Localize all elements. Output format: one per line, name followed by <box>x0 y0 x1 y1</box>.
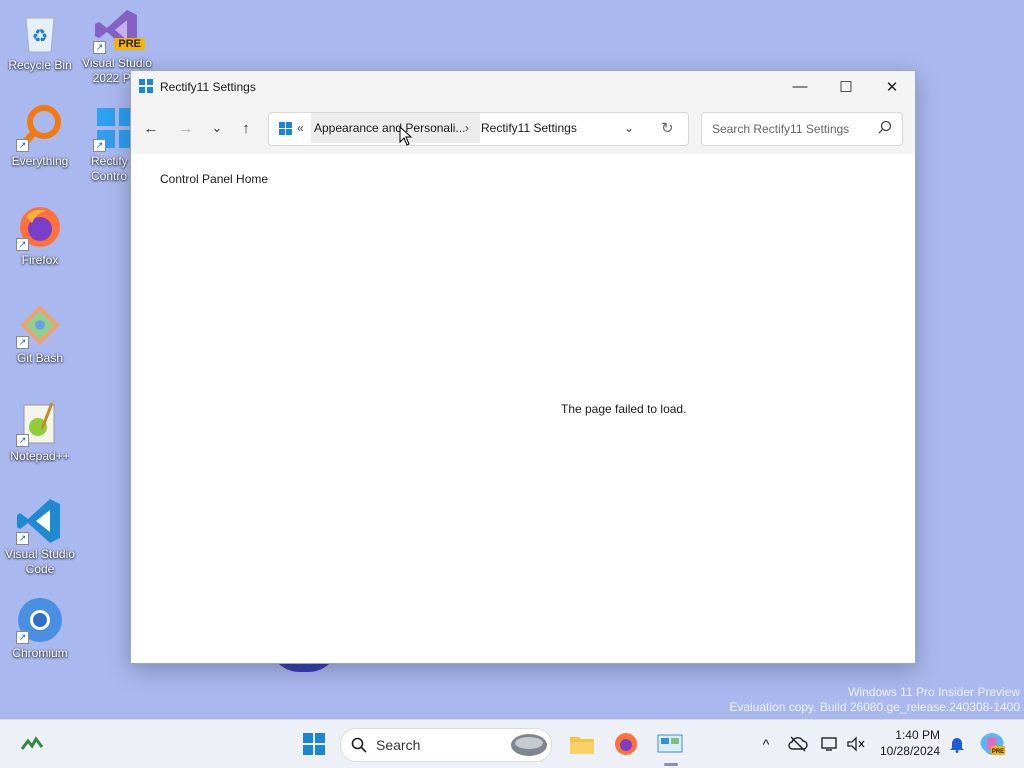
error-message: The page failed to load. <box>561 402 687 416</box>
desktop-icon-git-bash[interactable]: ↗ Git Bash <box>0 301 80 366</box>
address-dropdown-icon[interactable]: ⌄ <box>624 121 634 135</box>
desktop-icon-everything[interactable]: ↗ Everything <box>0 104 80 169</box>
firefox-taskbar-icon[interactable] <box>610 728 642 760</box>
widgets-icon[interactable] <box>18 728 46 760</box>
git-bash-icon: ↗ <box>16 301 64 349</box>
shortcut-arrow-icon: ↗ <box>16 139 29 152</box>
breadcrumb-appearance[interactable]: Appearance and Personali... <box>311 113 480 143</box>
network-icon[interactable] <box>818 728 842 760</box>
copilot-pre-icon[interactable]: PRE <box>978 728 1006 760</box>
breadcrumb-rectify11-settings[interactable]: Rectify11 Settings <box>481 113 577 143</box>
control-panel-icon <box>279 122 292 135</box>
address-bar[interactable]: « Appearance and Personali... › Rectify1… <box>268 112 689 146</box>
navigation-bar: ← → ⌄ ↑ « Appearance and Personali... › … <box>131 102 915 154</box>
desktop-icon-firefox[interactable]: ↗ Firefox <box>0 203 80 268</box>
visual-studio-icon: PRE ↗ <box>93 6 145 54</box>
recent-locations-button[interactable]: ⌄ <box>203 116 231 140</box>
vscode-icon: ↗ <box>16 497 64 545</box>
mouse-cursor-icon <box>399 126 413 146</box>
shortcut-arrow-icon: ↗ <box>16 631 29 644</box>
desktop-icon-rectify-control[interactable]: ↗ Rectify Contro <box>77 104 137 184</box>
taskbar: Search ^ 1:40 PM 10/28/2024 PRE <box>0 719 1024 768</box>
back-button[interactable]: ← <box>137 116 165 140</box>
firefox-icon: ↗ <box>16 203 64 251</box>
title-bar[interactable]: Rectify11 Settings — ☐ ✕ <box>131 71 915 102</box>
search-highlight-icon <box>511 734 547 756</box>
cloud-offline-icon[interactable] <box>786 728 810 760</box>
tray-overflow-chevron-icon[interactable]: ^ <box>756 728 776 760</box>
start-button[interactable] <box>298 728 330 760</box>
pre-badge: PRE <box>114 38 145 50</box>
shortcut-arrow-icon: ↗ <box>16 434 29 447</box>
evaluation-watermark: Windows 11 Pro Insider Preview Evaluatio… <box>729 685 1020 714</box>
desktop-icon-recycle-bin[interactable]: ♻ Recycle Bin <box>0 8 80 73</box>
taskbar-search[interactable]: Search <box>340 728 552 762</box>
forward-button[interactable]: → <box>172 116 200 140</box>
window-title: Rectify11 Settings <box>160 80 256 94</box>
recycle-bin-icon: ♻ <box>16 8 64 56</box>
notification-bell-icon[interactable] <box>946 728 968 760</box>
shortcut-arrow-icon: ↗ <box>93 41 106 54</box>
everything-search-icon: ↗ <box>16 104 64 152</box>
shortcut-arrow-icon: ↗ <box>93 139 106 152</box>
windows-start-icon <box>303 733 325 755</box>
chromium-icon: ↗ <box>16 596 64 644</box>
close-button[interactable]: ✕ <box>869 71 915 102</box>
shortcut-arrow-icon: ↗ <box>16 238 29 251</box>
volume-muted-icon[interactable] <box>844 728 868 760</box>
active-app-indicator <box>664 763 678 766</box>
minimize-button[interactable]: — <box>777 71 823 102</box>
search-icon[interactable] <box>878 120 892 137</box>
desktop-icon-chromium[interactable]: ↗ Chromium <box>0 596 80 661</box>
maximize-button[interactable]: ☐ <box>823 71 869 102</box>
control-panel-taskbar-icon[interactable] <box>654 728 686 760</box>
svg-text:♻: ♻ <box>32 26 48 46</box>
content-area: Control Panel Home The page failed to lo… <box>131 154 915 663</box>
system-clock[interactable]: 1:40 PM 10/28/2024 <box>880 727 940 759</box>
refresh-icon[interactable]: ↻ <box>661 119 674 137</box>
notepad-plus-plus-icon: ↗ <box>16 399 64 447</box>
search-box[interactable] <box>701 112 903 146</box>
up-button[interactable]: ↑ <box>232 116 260 140</box>
control-panel-home-link[interactable]: Control Panel Home <box>160 172 268 186</box>
rectify11-settings-window: Rectify11 Settings — ☐ ✕ ← → ⌄ ↑ « Appea… <box>130 70 916 664</box>
file-explorer-icon[interactable] <box>566 728 598 760</box>
search-icon <box>351 737 367 753</box>
shortcut-arrow-icon: ↗ <box>16 532 29 545</box>
svg-text:PRE: PRE <box>992 749 1004 755</box>
overflow-chevron[interactable]: « <box>297 121 304 135</box>
desktop-icon-notepad-plus-plus[interactable]: ↗ Notepad++ <box>0 399 80 464</box>
desktop-icon-vscode[interactable]: ↗ Visual Studio Code <box>0 497 80 577</box>
control-panel-icon <box>139 79 153 93</box>
search-input[interactable] <box>710 121 874 137</box>
shortcut-arrow-icon: ↗ <box>16 336 29 349</box>
breadcrumb-separator-icon[interactable]: › <box>465 121 469 135</box>
